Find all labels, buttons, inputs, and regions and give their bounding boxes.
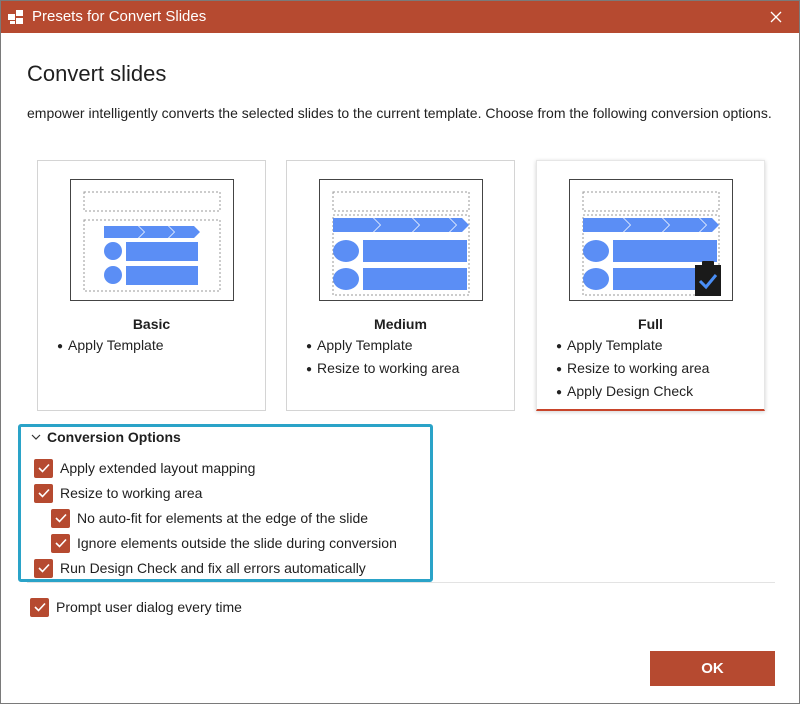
conversion-options-toggle[interactable]: Conversion Options bbox=[30, 429, 181, 445]
preset-card-full[interactable]: Full Apply Template Resize to working ar… bbox=[536, 160, 765, 411]
preset-bullet: Apply Template bbox=[306, 335, 459, 358]
checkbox[interactable] bbox=[51, 508, 70, 528]
option-no-auto-fit[interactable]: No auto-fit for elements at the edge of … bbox=[51, 508, 368, 528]
option-ignore-outside-elements[interactable]: Ignore elements outside the slide during… bbox=[51, 533, 397, 553]
preset-bullet: Apply Template bbox=[556, 335, 709, 358]
close-icon bbox=[770, 11, 782, 23]
option-label: Resize to working area bbox=[60, 485, 203, 501]
option-extended-layout-mapping[interactable]: Apply extended layout mapping bbox=[34, 458, 255, 478]
preset-bullet: Apply Design Check bbox=[556, 381, 709, 404]
option-label: Prompt user dialog every time bbox=[56, 599, 242, 615]
preset-bullet: Apply Template bbox=[57, 335, 163, 358]
preset-card-basic[interactable]: Basic Apply Template bbox=[37, 160, 266, 411]
checkmark-icon bbox=[37, 563, 50, 573]
checkbox[interactable] bbox=[30, 597, 49, 617]
close-button[interactable] bbox=[753, 1, 799, 33]
preset-name: Medium bbox=[374, 316, 427, 332]
page-title: Convert slides bbox=[27, 61, 167, 86]
description-text: empower intelligently converts the selec… bbox=[27, 105, 772, 121]
checkmark-icon bbox=[37, 463, 50, 473]
design-check-clipboard-icon bbox=[695, 261, 721, 296]
checkmark-icon bbox=[54, 513, 67, 523]
chevron-down-icon bbox=[31, 434, 41, 440]
preset-name: Full bbox=[638, 316, 663, 332]
preset-bullet-list: Apply Template bbox=[57, 335, 163, 358]
checkbox[interactable] bbox=[51, 533, 70, 553]
title-bar[interactable]: Presets for Convert Slides bbox=[1, 1, 799, 33]
checkmark-icon bbox=[33, 602, 46, 612]
option-label: No auto-fit for elements at the edge of … bbox=[77, 510, 369, 526]
option-prompt-user-dialog[interactable]: Prompt user dialog every time bbox=[30, 597, 242, 617]
medium-preview-icon bbox=[319, 179, 483, 301]
option-resize-working-area[interactable]: Resize to working area bbox=[34, 483, 202, 503]
app-icon bbox=[8, 10, 23, 24]
option-label: Apply extended layout mapping bbox=[60, 460, 256, 476]
basic-preview-icon bbox=[70, 179, 234, 301]
preset-bullet-list: Apply Template Resize to working area bbox=[306, 335, 459, 381]
ok-button[interactable]: OK bbox=[650, 651, 775, 686]
checkmark-icon bbox=[37, 488, 50, 498]
dialog-window: Presets for Convert Slides Convert slide… bbox=[0, 0, 800, 704]
checkbox[interactable] bbox=[34, 558, 53, 578]
preset-bullet: Resize to working area bbox=[556, 358, 709, 381]
window-title: Presets for Convert Slides bbox=[32, 8, 207, 25]
checkbox[interactable] bbox=[34, 458, 53, 478]
checkmark-icon bbox=[54, 538, 67, 548]
full-preview-icon bbox=[569, 179, 733, 301]
option-label: Ignore elements outside the slide during… bbox=[77, 535, 397, 551]
preset-name: Basic bbox=[132, 316, 171, 332]
option-label: Run Design Check and fix all errors auto… bbox=[60, 560, 366, 576]
preset-card-medium[interactable]: Medium Apply Template Resize to working … bbox=[286, 160, 515, 411]
option-run-design-check[interactable]: Run Design Check and fix all errors auto… bbox=[34, 558, 366, 578]
divider bbox=[27, 582, 775, 583]
conversion-options-label: Conversion Options bbox=[47, 429, 181, 445]
checkbox[interactable] bbox=[34, 483, 53, 503]
preset-bullet-list: Apply Template Resize to working area Ap… bbox=[556, 335, 709, 404]
preset-bullet: Resize to working area bbox=[306, 358, 459, 381]
